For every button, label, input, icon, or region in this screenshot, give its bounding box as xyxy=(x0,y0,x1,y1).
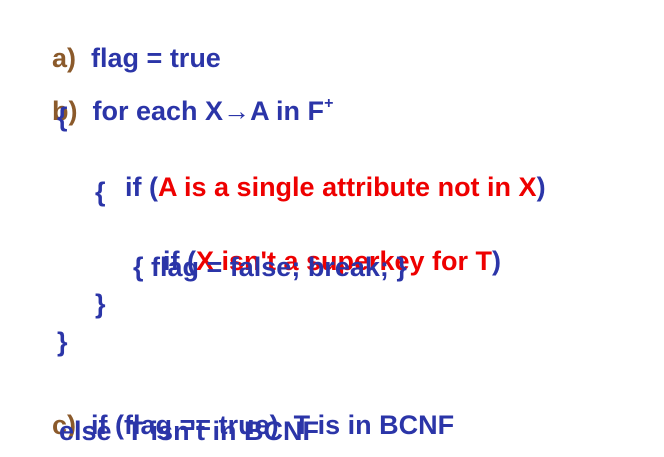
arrow-icon: → xyxy=(223,96,251,126)
algorithm-slide: a) flag = true b) for each X→A in F+ { i… xyxy=(0,0,664,457)
if1-post: ) xyxy=(536,172,546,202)
if1-cond: A is a single attribute not in X xyxy=(158,172,537,202)
if2-post: ) xyxy=(492,246,502,276)
brace-open-inner: { xyxy=(95,177,106,207)
action-block: { flag = false; break; } xyxy=(133,252,407,282)
else-line: else T isn't in BCNF xyxy=(59,416,319,446)
step-b-post: A in F xyxy=(250,96,325,126)
step-b-sup: + xyxy=(324,95,334,112)
brace-open-outer: { xyxy=(57,102,68,132)
brace-close-outer: } xyxy=(57,327,68,357)
if1-pre: if ( xyxy=(125,172,159,202)
brace-close-inner: } xyxy=(95,289,106,319)
step-b-pre: for each X xyxy=(92,96,224,126)
